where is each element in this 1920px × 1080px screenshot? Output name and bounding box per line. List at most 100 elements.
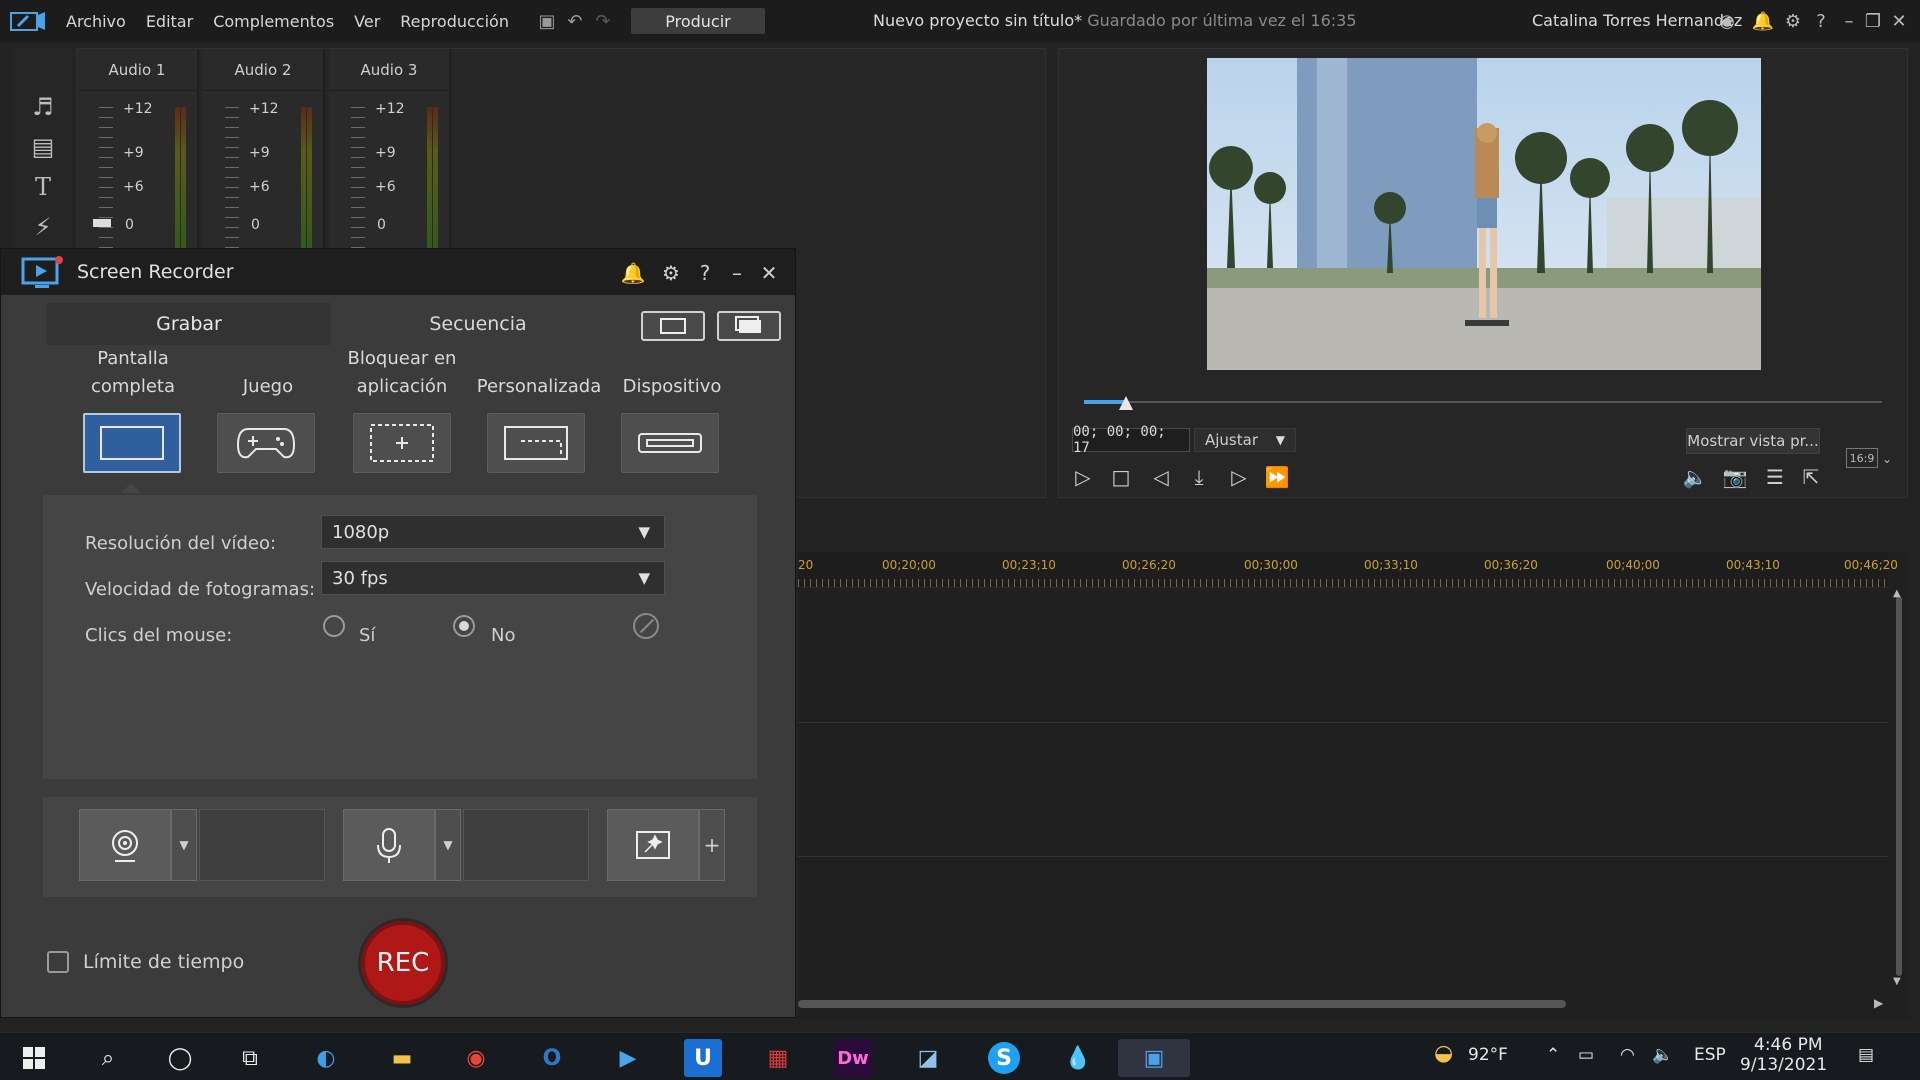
transition-room-icon[interactable]: ⚡ — [28, 212, 58, 242]
fit-dropdown[interactable]: Ajustar ▼ — [1194, 428, 1296, 452]
menu-playback[interactable]: Reproducción — [390, 12, 519, 31]
weather-temperature[interactable]: 92°F — [1468, 1045, 1508, 1065]
timeline-horizontal-scrollbar[interactable] — [798, 1000, 1566, 1008]
battery-icon[interactable]: ▭ — [1578, 1045, 1594, 1065]
fast-forward-icon[interactable]: ⏩ — [1262, 464, 1292, 490]
scroll-down-icon[interactable]: ▼ — [1893, 976, 1901, 987]
fx-room-icon[interactable]: ▤ — [28, 132, 58, 162]
chrome-browser-icon[interactable]: ◉ — [452, 1039, 500, 1077]
resolution-dropdown[interactable]: 1080p ▼ — [321, 515, 665, 549]
add-icon[interactable]: + — [699, 809, 725, 881]
minimize-icon[interactable]: – — [1836, 8, 1862, 34]
chevron-down-icon[interactable]: ▼ — [171, 809, 197, 881]
windows-start-icon[interactable] — [10, 1039, 58, 1077]
language-indicator[interactable]: ESP — [1694, 1045, 1726, 1065]
redo-icon[interactable]: ↷ — [589, 8, 617, 34]
fps-dropdown[interactable]: 30 fps ▼ — [321, 561, 665, 595]
timeline-vertical-scrollbar[interactable] — [1896, 596, 1902, 976]
restore-icon[interactable]: ❐ — [1860, 8, 1886, 34]
stop-icon[interactable]: □ — [1106, 464, 1136, 490]
custom-area-icon[interactable] — [487, 413, 585, 473]
screen-recorder-taskbar-icon[interactable]: ▣ — [1118, 1039, 1190, 1077]
search-icon[interactable]: ⌕ — [84, 1039, 132, 1077]
show-preview-button[interactable]: Mostrar vista pr... — [1686, 428, 1820, 454]
screen-recorder-dialog: Screen Recorder 🔔 ⚙ ? – ✕ Grabar Secuenc… — [0, 248, 796, 1018]
dreamweaver-icon[interactable]: Dw — [834, 1039, 872, 1077]
tab-record[interactable]: Grabar — [47, 303, 331, 345]
snapshot-camera-icon[interactable]: 📷 — [1720, 464, 1750, 490]
fullscreen-view-button[interactable] — [641, 311, 705, 341]
account-icon[interactable]: ◉ — [1714, 8, 1740, 34]
menu-plugins[interactable]: Complementos — [203, 12, 344, 31]
notification-bell-icon[interactable]: 🔔 — [1750, 8, 1776, 34]
effects-icon[interactable] — [607, 809, 699, 881]
subtitle-icon[interactable]: ☰ — [1760, 464, 1790, 490]
produce-button[interactable]: Producir — [630, 8, 765, 34]
notes-app-icon[interactable]: ◪ — [904, 1039, 952, 1077]
skype-icon[interactable]: S — [980, 1039, 1028, 1077]
fullscreen-icon[interactable] — [83, 413, 181, 473]
mouse-clicks-no-radio[interactable] — [453, 615, 475, 637]
color-app-icon[interactable]: 💧 — [1054, 1039, 1102, 1077]
mouse-clicks-yes-radio[interactable] — [323, 615, 345, 637]
settings-gear-icon[interactable]: ⚙ — [1780, 8, 1806, 34]
record-button[interactable]: REC — [361, 921, 445, 1005]
play-icon[interactable]: ▷ — [1068, 464, 1098, 490]
gamepad-icon[interactable] — [217, 413, 315, 473]
notification-bell-icon[interactable]: 🔔 — [619, 259, 647, 287]
undock-icon[interactable]: ⇱ — [1796, 464, 1826, 490]
clock[interactable]: 4:46 PM 9/13/2021 — [1740, 1035, 1827, 1075]
chevron-down-icon[interactable]: ▼ — [435, 809, 461, 881]
help-icon[interactable]: ? — [1808, 8, 1834, 34]
recorder-titlebar[interactable]: Screen Recorder 🔔 ⚙ ? – ✕ — [1, 249, 795, 295]
lock-app-icon[interactable] — [353, 413, 451, 473]
task-view-icon[interactable]: ⧉ — [226, 1039, 274, 1077]
chevron-up-icon[interactable]: ⌃ — [1546, 1045, 1560, 1065]
u-app-icon[interactable]: U — [684, 1039, 722, 1077]
timeline-ruler[interactable]: 20 00;20;00 00;23;10 00;26;20 00;30;00 0… — [798, 552, 1898, 588]
previous-frame-icon[interactable]: ◁ — [1146, 464, 1176, 490]
file-explorer-icon[interactable]: ▬ — [378, 1039, 426, 1077]
close-icon[interactable]: ✕ — [1886, 8, 1912, 34]
time-limit-checkbox[interactable] — [47, 951, 69, 973]
webcam-icon[interactable] — [79, 809, 171, 881]
outlook-icon[interactable]: O — [528, 1039, 576, 1077]
help-icon[interactable]: ? — [691, 259, 719, 287]
volume-fader[interactable] — [93, 219, 111, 227]
volume-icon[interactable]: 🔈 — [1680, 464, 1710, 490]
time: 4:46 PM — [1754, 1035, 1823, 1055]
next-frame-icon[interactable]: ▷ — [1224, 464, 1254, 490]
minimize-icon[interactable]: – — [723, 259, 751, 287]
split-icon[interactable]: ⤓ — [1184, 464, 1214, 490]
powerdirector-icon[interactable]: ▶ — [604, 1039, 652, 1077]
notification-center-icon[interactable]: ▤ — [1858, 1045, 1874, 1065]
grid-app-icon[interactable]: ▦ — [754, 1039, 802, 1077]
media-room-icon[interactable]: ♬ — [28, 92, 58, 122]
menu-view[interactable]: Ver — [344, 12, 390, 31]
window-view-button[interactable] — [717, 311, 781, 341]
scroll-up-icon[interactable]: ▲ — [1893, 588, 1901, 599]
device-icon[interactable] — [621, 413, 719, 473]
wifi-icon[interactable]: ◠ — [1620, 1045, 1635, 1065]
menu-edit[interactable]: Editar — [136, 12, 203, 31]
undo-icon[interactable]: ↶ — [561, 8, 589, 34]
menu-file[interactable]: Archivo — [56, 12, 136, 31]
close-icon[interactable]: ✕ — [755, 259, 783, 287]
tab-sequence[interactable]: Secuencia — [333, 303, 623, 345]
scroll-right-icon[interactable]: ▶ — [1874, 996, 1883, 1010]
speaker-icon[interactable]: 🔈 — [1652, 1045, 1673, 1065]
weather-icon[interactable]: ◒ — [1434, 1041, 1453, 1066]
title-room-icon[interactable]: T — [28, 172, 58, 202]
project-title: Nuevo proyecto sin título* Guardado por … — [873, 11, 1357, 30]
settings-gear-icon[interactable]: ⚙ — [657, 259, 685, 287]
playback-scrubber[interactable] — [1084, 401, 1882, 403]
timecode-display[interactable]: 00; 00; 00; 17 — [1072, 424, 1190, 456]
save-icon[interactable]: ▣ — [533, 8, 561, 34]
chevron-down-icon[interactable]: ⌄ — [1882, 452, 1892, 466]
aspect-ratio-selector[interactable]: 16:9 — [1846, 448, 1878, 468]
cortana-icon[interactable]: ◯ — [156, 1039, 204, 1077]
edge-browser-icon[interactable]: ◐ — [302, 1039, 350, 1077]
disabled-icon[interactable] — [633, 613, 659, 639]
level-meter — [175, 107, 180, 257]
microphone-icon[interactable] — [343, 809, 435, 881]
